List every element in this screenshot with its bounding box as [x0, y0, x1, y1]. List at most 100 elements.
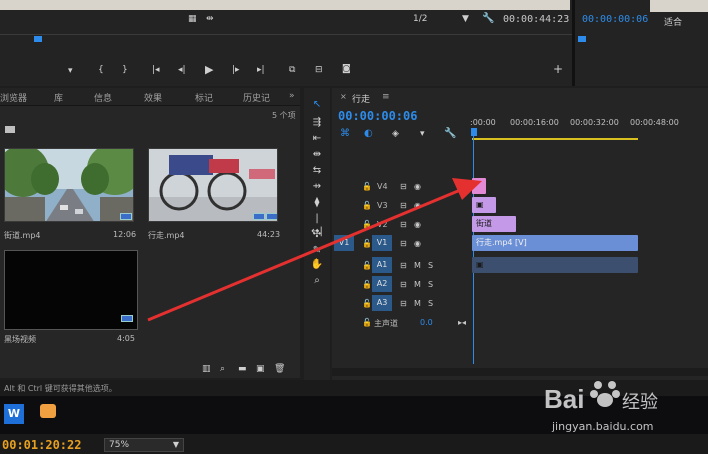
source-playhead-marker[interactable]	[578, 36, 586, 42]
dropdown-icon[interactable]: ▼	[462, 14, 469, 24]
wrench-icon[interactable]: 🔧	[482, 13, 494, 24]
clip-thumbnail-black-video[interactable]	[4, 250, 138, 330]
go-to-end-icon[interactable]: ▸◂	[458, 318, 466, 327]
timeline-timecode[interactable]: 00:00:00:06	[338, 109, 417, 123]
lock-icon[interactable]: 🔓	[362, 299, 372, 308]
mute-button[interactable]: M	[414, 261, 421, 270]
track-select-icon[interactable]: ⇶	[310, 116, 324, 129]
snap-icon[interactable]: ⌘	[340, 128, 350, 139]
tab-markers[interactable]: 标记	[195, 91, 213, 104]
work-area-bar[interactable]	[472, 138, 638, 140]
fit-select[interactable]: 适合	[664, 15, 682, 28]
toggle-sync-icon[interactable]: ⊟	[400, 201, 407, 210]
wps-app-icon[interactable]: W	[4, 404, 24, 424]
add-button-icon[interactable]: +	[553, 62, 563, 76]
film-icon[interactable]: ▦	[188, 14, 197, 24]
slip-tool-icon[interactable]: ⇸	[310, 180, 324, 193]
scrub-bar[interactable]	[0, 34, 572, 35]
horizontal-scrollbar[interactable]	[332, 368, 708, 376]
close-tab-icon[interactable]: ×	[340, 92, 347, 101]
play-icon[interactable]: ▶	[205, 63, 213, 76]
razor-tool-icon[interactable]: ⧫	[310, 196, 324, 209]
mic-icon[interactable]: ⊟	[400, 261, 407, 270]
lock-icon[interactable]: 🔓	[362, 182, 372, 191]
wrench-icon[interactable]: 🔧	[444, 128, 456, 139]
lock-icon[interactable]: 🔓	[362, 280, 372, 289]
lock-icon[interactable]: 🔓	[362, 318, 372, 327]
solo-button[interactable]: S	[428, 280, 433, 289]
ripple-edit-icon[interactable]: ⇤	[310, 132, 324, 145]
lock-icon[interactable]: 🔓	[362, 239, 372, 248]
mark-out-icon[interactable]: }	[122, 65, 128, 75]
zoom-select[interactable]: 75% ▼	[104, 438, 184, 452]
find-icon[interactable]: ⌕	[220, 364, 225, 374]
solo-button[interactable]: S	[428, 299, 433, 308]
lock-icon[interactable]: 🔓	[362, 261, 372, 270]
source-patch-v1[interactable]: V1	[334, 235, 354, 251]
solo-button[interactable]: S	[428, 261, 433, 270]
slide-tool-icon[interactable]: |↔|	[310, 212, 324, 237]
pen-icon[interactable]: ✎	[310, 244, 324, 257]
tab-history[interactable]: 历史记	[243, 91, 270, 104]
playhead-marker[interactable]	[34, 36, 42, 42]
track-target-v1[interactable]: V1	[372, 235, 392, 251]
lock-icon[interactable]: 🔓	[362, 220, 372, 229]
tab-info[interactable]: 信息	[94, 91, 112, 104]
zoom-tool-icon[interactable]: ⌕	[310, 274, 324, 287]
extract-icon[interactable]: ⊟	[315, 65, 323, 75]
mic-icon[interactable]: ⊟	[400, 299, 407, 308]
track-target-a2[interactable]: A2	[372, 276, 392, 292]
settings-icon[interactable]: ⇹	[206, 14, 214, 24]
rolling-edit-icon[interactable]: ⇹	[310, 148, 324, 161]
eye-icon[interactable]: ◉	[414, 182, 421, 191]
mute-button[interactable]: M	[414, 280, 421, 289]
selection-tool-icon[interactable]: ↖	[310, 98, 324, 111]
clip-v3[interactable]: ▣	[472, 197, 496, 213]
hand-tool-icon[interactable]: ✋	[310, 258, 324, 271]
clip-thumbnail-walking[interactable]	[148, 148, 278, 222]
trash-icon[interactable]: 🗑	[274, 364, 285, 374]
go-to-out-icon[interactable]: ▸|	[257, 65, 265, 75]
toggle-sync-icon[interactable]: ⊟	[400, 182, 407, 191]
mark-in-icon[interactable]: {	[98, 65, 104, 75]
tab-library[interactable]: 库	[54, 91, 63, 104]
add-marker-icon[interactable]: ◈	[392, 129, 399, 139]
list-view-icon[interactable]: ▥	[202, 364, 211, 374]
program-timecode[interactable]: 00:01:20:22	[2, 438, 81, 452]
clip-v1[interactable]: 行走.mp4 [V]	[472, 235, 638, 251]
clip-thumbnail-street[interactable]	[4, 148, 134, 222]
mic-icon[interactable]: ⊟	[400, 280, 407, 289]
track-target-a3[interactable]: A3	[372, 295, 392, 311]
playhead-handle[interactable]	[471, 128, 477, 136]
marker-icon[interactable]: ▾	[420, 129, 425, 139]
new-bin-icon[interactable]: ▬	[238, 364, 247, 374]
linked-selection-icon[interactable]: ◐	[364, 128, 373, 139]
lift-icon[interactable]: ⧉	[289, 65, 295, 75]
clip-a1[interactable]: ▣	[472, 257, 638, 273]
tab-browser[interactable]: 浏览器	[0, 91, 27, 104]
toggle-sync-icon[interactable]: ⊟	[400, 239, 407, 248]
folder-icon[interactable]	[5, 126, 15, 133]
eye-icon[interactable]: ◉	[414, 220, 421, 229]
toggle-sync-icon[interactable]: ⊟	[400, 220, 407, 229]
clip-v2[interactable]: 街道	[472, 216, 516, 232]
more-tabs-icon[interactable]: »	[289, 91, 295, 101]
go-to-in-icon[interactable]: |◂	[152, 65, 160, 75]
tab-effects[interactable]: 效果	[144, 91, 162, 104]
step-back-icon[interactable]: ◂|	[178, 65, 186, 75]
tab-menu-icon[interactable]: ≡	[382, 92, 390, 102]
eye-icon[interactable]: ◉	[414, 201, 421, 210]
sequence-tab[interactable]: 行走	[352, 92, 370, 105]
source-timecode[interactable]: 00:00:00:06	[582, 14, 648, 25]
step-forward-icon[interactable]: |▸	[232, 65, 240, 75]
clip-v4[interactable]	[472, 178, 486, 194]
marker-icon[interactable]: ▾	[68, 66, 73, 76]
eye-icon[interactable]: ◉	[414, 239, 421, 248]
mute-button[interactable]: M	[414, 299, 421, 308]
new-item-icon[interactable]: ▣	[256, 364, 265, 374]
master-volume[interactable]: 0.0	[420, 318, 433, 327]
track-target-a1[interactable]: A1	[372, 257, 392, 273]
media-app-icon[interactable]	[40, 404, 56, 418]
rate-stretch-icon[interactable]: ⇆	[310, 164, 324, 177]
panel-divider[interactable]	[572, 0, 575, 86]
